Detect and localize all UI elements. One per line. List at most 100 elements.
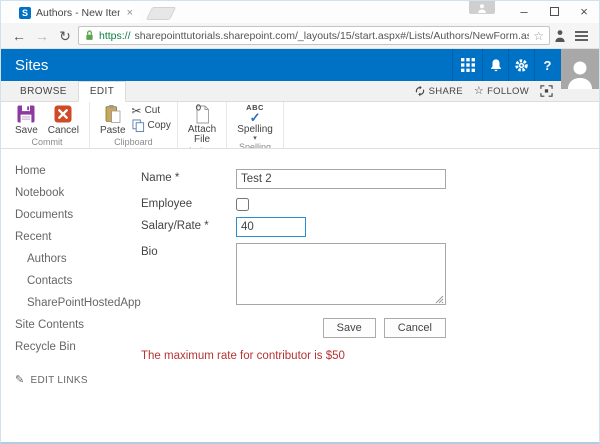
new-tab-button[interactable] — [145, 7, 177, 20]
focus-content-button[interactable] — [540, 85, 553, 97]
ribbon-save-button[interactable]: Save — [11, 103, 42, 136]
bell-icon — [490, 58, 501, 71]
sidebar-item-contacts[interactable]: Contacts — [15, 275, 131, 287]
extension-icon[interactable] — [553, 29, 567, 43]
employee-label: Employee — [141, 198, 193, 210]
url-text: sharepointtutorials.sharepoint.com/_layo… — [134, 29, 530, 42]
salary-input[interactable] — [236, 217, 306, 237]
bio-textarea[interactable] — [236, 243, 446, 305]
help-button[interactable]: ? — [534, 49, 560, 81]
ribbon-attach-file-button[interactable]: Attach File — [184, 103, 220, 145]
group-label-clipboard: Clipboard — [114, 137, 153, 147]
ribbon-spelling-button[interactable]: ABC ✓ Spelling ▾ — [233, 103, 277, 142]
attach-file-label: Attach File — [187, 124, 217, 145]
menu-icon[interactable] — [570, 30, 593, 41]
new-item-form: Name * Employee Salary/Rate * Bio — [131, 149, 599, 442]
ribbon-group-spelling: ABC ✓ Spelling ▾ Spelling — [227, 102, 284, 148]
share-label: SHARE — [428, 85, 463, 97]
reload-icon[interactable]: ↻ — [55, 29, 75, 43]
address-bar[interactable]: https:// sharepointtutorials.sharepoint.… — [78, 26, 550, 45]
sidebar-item-site-contents[interactable]: Site Contents — [15, 319, 131, 331]
focus-expand-icon — [540, 85, 553, 97]
ribbon-group-commit: Save Cancel Commit — [5, 102, 90, 148]
padlock-icon — [86, 30, 93, 40]
browser-toolbar: ← → ↻ https:// sharepointtutorials.share… — [1, 23, 599, 49]
group-label-spelling: Spelling — [239, 142, 272, 149]
ribbon-group-actions: AttachFile Actions — [178, 102, 228, 148]
copy-label: Copy — [147, 120, 171, 131]
suite-icons: ? — [452, 49, 560, 81]
tab-browse[interactable]: BROWSE — [9, 81, 78, 101]
tab-edit[interactable]: EDIT — [77, 81, 127, 102]
salary-label: Salary/Rate * — [141, 220, 209, 232]
ribbon-cancel-button[interactable]: Cancel — [44, 103, 83, 136]
close-button[interactable]: × — [569, 1, 599, 21]
ribbon-right-actions: SHARE ☆ FOLLOW — [414, 81, 553, 101]
sidebar-item-documents[interactable]: Documents — [15, 209, 131, 221]
browser-titlebar: S Authors - New Item × – × — [1, 1, 599, 23]
notifications-button[interactable] — [482, 49, 508, 81]
app-launcher-grid-icon — [460, 58, 475, 72]
name-field-row: Name * — [141, 169, 599, 189]
back-icon[interactable]: ← — [9, 29, 29, 43]
sidebar-item-authors[interactable]: Authors — [15, 253, 131, 265]
employee-field-row: Employee — [141, 195, 599, 211]
bookmark-star-icon[interactable]: ☆ — [533, 30, 544, 42]
form-save-button[interactable]: Save — [322, 318, 376, 338]
sidebar-item-home[interactable]: Home — [15, 165, 131, 177]
user-avatar[interactable] — [561, 49, 599, 89]
sharepoint-favicon-icon: S — [19, 7, 31, 19]
person-silhouette-icon — [568, 61, 592, 89]
gear-icon — [515, 58, 528, 72]
help-icon: ? — [543, 57, 552, 73]
cancel-x-icon — [54, 105, 72, 123]
sidebar-item-sharepointhostedapp[interactable]: SharePointHostedApp — [15, 297, 141, 309]
suite-bar: Sites ? — [1, 49, 599, 89]
edit-links-button[interactable]: ✎ EDIT LINKS — [15, 375, 131, 387]
name-label: Name * — [141, 172, 180, 184]
group-label-commit: Commit — [31, 137, 63, 147]
sidebar-nav: Home Notebook Documents Recent Authors C… — [1, 149, 141, 442]
browser-profile-icon[interactable] — [469, 1, 495, 14]
ribbon-tab-row: BROWSE EDIT SHARE ☆ FOLLOW — [1, 81, 599, 102]
maximize-button[interactable] — [539, 1, 569, 21]
edit-links-label: EDIT LINKS — [30, 375, 88, 386]
ribbon: Save Cancel Commit Paste ✂ Cut Copy Clip… — [1, 102, 599, 149]
sidebar-item-recycle-bin[interactable]: Recycle Bin — [15, 341, 131, 353]
save-label: Save — [15, 125, 38, 136]
minimize-button[interactable]: – — [509, 1, 539, 21]
cancel-label: Cancel — [47, 125, 79, 136]
form-buttons: Save Cancel — [141, 318, 446, 338]
browser-tab[interactable]: S Authors - New Item × — [9, 3, 141, 23]
settings-button[interactable] — [508, 49, 534, 81]
app-launcher-button[interactable] — [452, 49, 482, 81]
copy-pages-icon — [131, 119, 144, 133]
ribbon-cut-button[interactable]: ✂ Cut — [132, 105, 171, 117]
share-button[interactable]: SHARE — [414, 85, 463, 97]
ribbon-paste-button[interactable]: Paste — [96, 103, 130, 136]
sidebar-item-recent[interactable]: Recent — [15, 231, 131, 243]
person-icon — [478, 3, 486, 13]
cut-label: Cut — [144, 105, 161, 116]
resize-handle-icon[interactable] — [435, 295, 444, 304]
attach-file-icon — [195, 104, 209, 124]
ribbon-group-clipboard: Paste ✂ Cut Copy Clipboard — [90, 102, 178, 148]
follow-button[interactable]: ☆ FOLLOW — [474, 85, 529, 97]
page-content: Home Notebook Documents Recent Authors C… — [1, 149, 599, 442]
name-input[interactable] — [236, 169, 446, 189]
tab-close-icon[interactable]: × — [125, 7, 135, 19]
follow-label: FOLLOW — [487, 85, 529, 97]
salary-field-row: Salary/Rate * — [141, 217, 599, 237]
bio-field-row: Bio — [141, 243, 599, 308]
maximize-icon — [549, 6, 559, 16]
sites-title[interactable]: Sites — [15, 57, 48, 74]
validation-error-text: The maximum rate for contributor is $50 — [141, 350, 345, 362]
spelling-label: Spelling — [237, 124, 273, 135]
sidebar-item-notebook[interactable]: Notebook — [15, 187, 131, 199]
paste-label: Paste — [99, 125, 126, 136]
employee-checkbox[interactable] — [236, 198, 249, 211]
ribbon-copy-button[interactable]: Copy — [131, 119, 171, 133]
forward-icon[interactable]: → — [32, 29, 52, 43]
form-cancel-button[interactable]: Cancel — [383, 318, 446, 338]
paste-clipboard-icon — [105, 105, 121, 123]
